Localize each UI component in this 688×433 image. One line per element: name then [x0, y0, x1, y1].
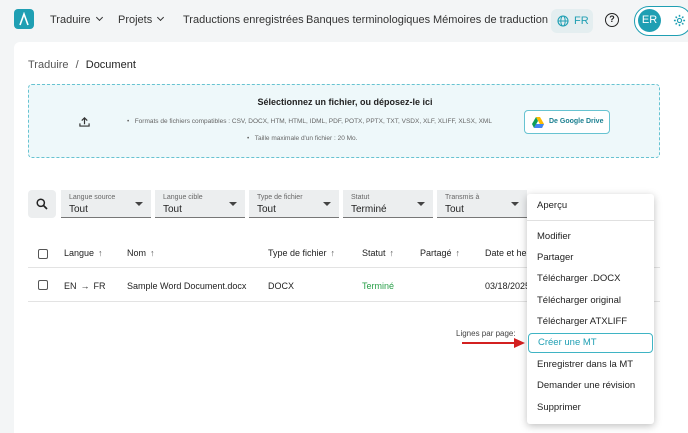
sort-arrow-icon: ↑	[150, 248, 155, 258]
column-statut[interactable]: Statut ↑	[362, 248, 394, 258]
menu-item-telecharger-original[interactable]: Télécharger original	[527, 291, 654, 311]
nav-memoires-de-traduction[interactable]: Mémoires de traduction	[433, 14, 548, 26]
arrow-right-icon: →	[80, 281, 90, 291]
language-code: FR	[574, 15, 589, 27]
google-drive-icon	[532, 117, 544, 128]
chevron-down-icon	[157, 13, 165, 22]
column-type[interactable]: Type de fichier ↑	[268, 248, 335, 258]
column-langue[interactable]: Langue ↑	[64, 248, 103, 258]
menu-item-telecharger-docx[interactable]: Télécharger .DOCX	[527, 269, 654, 289]
filter-file-type[interactable]: Type de fichier Tout	[249, 190, 339, 218]
sort-arrow-icon: ↑	[98, 248, 103, 258]
breadcrumb-current: Document	[85, 59, 136, 71]
filter-source-language[interactable]: Langue source Tout	[61, 190, 151, 218]
breadcrumb-separator: /	[75, 59, 79, 71]
search-icon	[36, 198, 48, 210]
row-status: Terminé	[362, 281, 395, 291]
breadcrumb-root[interactable]: Traduire	[28, 59, 69, 71]
filter-sent-to[interactable]: Transmis à Tout	[437, 190, 527, 218]
select-all-checkbox[interactable]	[38, 249, 48, 259]
sort-arrow-icon: ↑	[330, 248, 336, 258]
menu-item-telecharger-atxliff[interactable]: Télécharger ATXLIFF	[527, 312, 654, 332]
google-drive-button[interactable]: De Google Drive	[524, 110, 610, 134]
sort-arrow-icon: ↑	[455, 248, 461, 258]
max-file-size: • Taille maximale d'un fichier : 20 Mo.	[247, 135, 358, 142]
caret-down-icon	[511, 202, 519, 206]
caret-down-icon	[323, 202, 331, 206]
top-navigation: Traduire Projets Traductions enregistrée…	[0, 0, 688, 42]
caret-down-icon	[417, 202, 425, 206]
help-icon[interactable]: ?	[605, 13, 619, 27]
filter-target-language[interactable]: Langue cible Tout	[155, 190, 245, 218]
search-button[interactable]	[28, 190, 56, 218]
nav-banques-terminologiques[interactable]: Banques terminologiques	[306, 14, 430, 26]
nav-projets[interactable]: Projets	[118, 13, 165, 26]
menu-item-apercu[interactable]: Aperçu	[527, 196, 654, 216]
supported-formats: • Formats de fichiers compatibles : CSV,…	[127, 118, 492, 125]
annotation-arrow	[462, 338, 525, 348]
column-partage[interactable]: Partagé ↑	[420, 248, 460, 258]
menu-item-supprimer[interactable]: Supprimer	[527, 398, 654, 418]
menu-item-enregistrer-dans-la-mt[interactable]: Enregistrer dans la MT	[527, 355, 654, 375]
column-nom[interactable]: Nom ↑	[127, 248, 155, 258]
sort-arrow-icon: ↑	[389, 248, 395, 258]
avatar: ER	[638, 9, 661, 32]
menu-item-modifier[interactable]: Modifier	[527, 227, 654, 247]
row-actions-menu: Aperçu Modifier Partager Télécharger .DO…	[527, 194, 654, 424]
menu-divider	[527, 220, 654, 221]
dropzone-title: Sélectionnez un fichier, ou déposez-le i…	[257, 97, 433, 107]
gear-icon	[673, 14, 686, 27]
user-menu[interactable]: ER	[634, 6, 688, 36]
row-file-name[interactable]: Sample Word Document.docx	[127, 281, 246, 291]
caret-down-icon	[229, 202, 237, 206]
language-selector[interactable]: FR	[551, 9, 593, 33]
row-file-type: DOCX	[268, 281, 295, 291]
chevron-down-icon	[95, 13, 103, 22]
globe-icon	[557, 15, 569, 27]
column-date[interactable]: Date et heu	[485, 248, 532, 258]
breadcrumb: Traduire / Document	[28, 59, 136, 71]
upload-icon	[79, 116, 90, 127]
app-logo[interactable]	[14, 9, 34, 29]
menu-item-partager[interactable]: Partager	[527, 248, 654, 268]
filter-status[interactable]: Statut Terminé	[343, 190, 433, 218]
menu-item-demander-une-revision[interactable]: Demander une révision	[527, 376, 654, 396]
menu-item-creer-une-mt[interactable]: Créer une MT	[528, 333, 653, 353]
caret-down-icon	[135, 202, 143, 206]
file-dropzone[interactable]: Sélectionnez un fichier, ou déposez-le i…	[28, 84, 660, 158]
row-date: 03/18/2025	[485, 281, 531, 291]
row-language-pair: EN → FR	[64, 281, 106, 291]
row-checkbox[interactable]	[38, 280, 48, 290]
nav-traduire[interactable]: Traduire	[50, 13, 103, 26]
nav-traductions-enregistrees[interactable]: Traductions enregistrées	[183, 14, 304, 26]
